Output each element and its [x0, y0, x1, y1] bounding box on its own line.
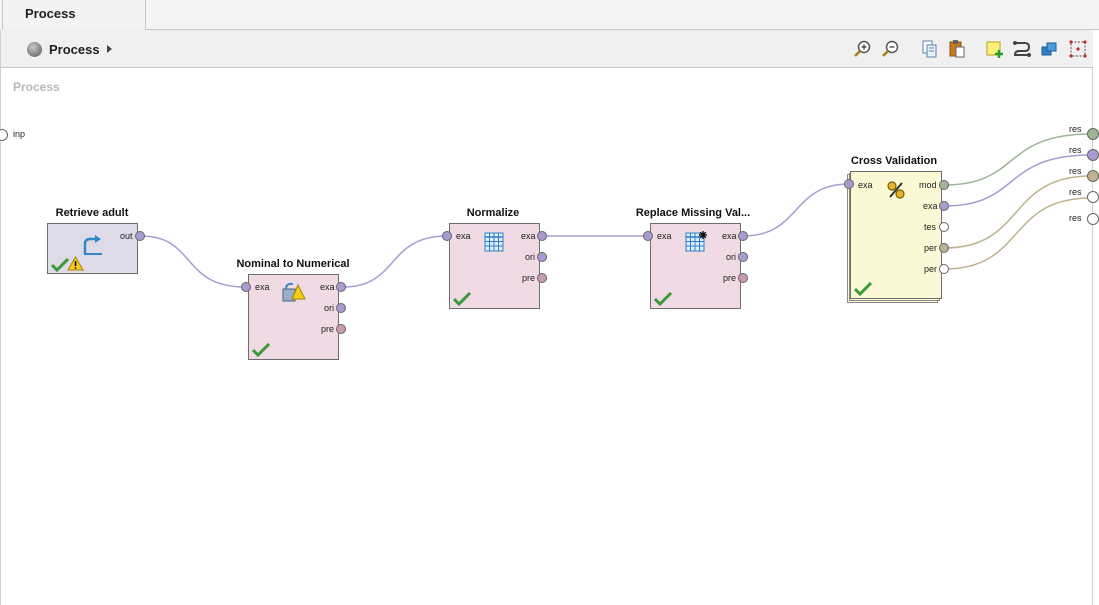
- copy-icon: [922, 40, 937, 58]
- port-label-per: per: [924, 264, 938, 274]
- output-port-per[interactable]: [939, 264, 949, 274]
- operator-retrieve-adult[interactable]: out: [47, 223, 138, 274]
- operator-nominal-to-numerical[interactable]: exa exa ori pre: [248, 274, 339, 360]
- result-port[interactable]: [1087, 213, 1099, 225]
- port-label-ori: ori: [324, 303, 335, 313]
- table-star-icon: [685, 231, 707, 252]
- input-port-exa[interactable]: [442, 231, 452, 241]
- auto-wire-button[interactable]: [1011, 38, 1033, 60]
- result-port[interactable]: [1087, 149, 1099, 161]
- wire-replace-to-cv: [742, 183, 850, 237]
- auto-wire-icon: [1013, 41, 1031, 57]
- result-port-label: res: [1069, 187, 1082, 197]
- zoom-out-button[interactable]: [880, 38, 902, 60]
- port-label-pre: pre: [522, 273, 536, 283]
- paste-icon: [949, 40, 965, 58]
- wire-cv-exa-to-res: [943, 154, 1092, 207]
- port-label-tes: tes: [924, 222, 937, 232]
- retrieve-icon: [83, 235, 102, 255]
- connection-wires: [140, 133, 1092, 288]
- tab-bar: Process: [0, 0, 1099, 30]
- success-check-icon: [453, 292, 471, 306]
- result-port-label: res: [1069, 145, 1082, 155]
- output-port-pre[interactable]: [738, 273, 748, 283]
- operator-title-replace: Replace Missing Val...: [635, 207, 751, 219]
- port-label-ori: ori: [726, 252, 737, 262]
- port-label-exa: exa: [858, 180, 873, 190]
- warning-icon: [67, 256, 84, 271]
- port-label-exa: exa: [320, 282, 335, 292]
- input-port-exa[interactable]: [643, 231, 653, 241]
- operator-title-cv: Cross Validation: [850, 155, 938, 167]
- copy-button[interactable]: [919, 38, 941, 60]
- tab-process[interactable]: Process: [2, 0, 146, 30]
- output-port-tes[interactable]: [939, 222, 949, 232]
- operator-title-normalize: Normalize: [466, 207, 520, 219]
- port-label-pre: pre: [723, 273, 737, 283]
- wire-retrieve-to-nominal: [140, 235, 246, 288]
- port-label-exa: exa: [923, 201, 938, 211]
- output-port-out[interactable]: [135, 231, 145, 241]
- success-check-icon: [854, 282, 872, 296]
- output-port-pre[interactable]: [537, 273, 547, 283]
- result-port[interactable]: [1087, 128, 1099, 140]
- chevron-right-icon[interactable]: [106, 45, 112, 53]
- result-port[interactable]: [1087, 170, 1099, 182]
- port-label-exa: exa: [456, 231, 471, 241]
- port-label-pre: pre: [321, 324, 335, 334]
- operator-normalize[interactable]: exa exa ori pre: [449, 223, 540, 309]
- zoom-in-icon: [854, 40, 871, 57]
- fit-view-icon: [1069, 40, 1087, 58]
- output-port-ori[interactable]: [738, 252, 748, 262]
- zoom-out-icon: [882, 40, 899, 57]
- add-note-icon: [986, 41, 1003, 58]
- process-toolbar: Process: [0, 30, 1093, 68]
- input-port-exa[interactable]: [241, 282, 251, 292]
- output-port-exa[interactable]: [336, 282, 346, 292]
- port-label-exa: exa: [255, 282, 270, 292]
- type-conversion-icon: [282, 282, 306, 302]
- wire-cv-per-to-res-2: [943, 197, 1092, 270]
- add-note-button[interactable]: [984, 38, 1006, 60]
- port-label-ori: ori: [525, 252, 536, 262]
- output-port-exa[interactable]: [939, 201, 949, 211]
- breadcrumb-label: Process: [49, 41, 100, 57]
- port-label-exa: exa: [521, 231, 536, 241]
- success-check-icon: [252, 343, 270, 357]
- output-port-exa[interactable]: [537, 231, 547, 241]
- port-label-out: out: [120, 231, 133, 241]
- success-check-icon: [654, 292, 672, 306]
- input-port-exa[interactable]: [844, 179, 854, 189]
- result-port-label: res: [1069, 213, 1082, 223]
- output-port-per[interactable]: [939, 243, 949, 253]
- percent-icon: [887, 181, 905, 199]
- port-label-exa: exa: [722, 231, 737, 241]
- operator-cross-validation[interactable]: exa mod exa tes per per: [850, 171, 942, 299]
- operator-title-nominal: Nominal to Numerical: [236, 258, 350, 270]
- operator-replace-missing-values[interactable]: exa exa ori pre: [650, 223, 741, 309]
- arrange-button[interactable]: [1039, 38, 1061, 60]
- paste-button[interactable]: [946, 38, 968, 60]
- output-port-ori[interactable]: [336, 303, 346, 313]
- output-port-pre[interactable]: [336, 324, 346, 334]
- port-label-exa: exa: [657, 231, 672, 241]
- arrange-icon: [1041, 42, 1057, 56]
- result-port[interactable]: [1087, 191, 1099, 203]
- table-icon: [484, 232, 504, 252]
- fit-view-button[interactable]: [1067, 38, 1089, 60]
- process-canvas[interactable]: Process inp res res res res res Retrieve…: [0, 68, 1099, 605]
- process-icon: [27, 41, 42, 57]
- output-port-mod[interactable]: [939, 180, 949, 190]
- operator-title-retrieve: Retrieve adult: [55, 207, 129, 219]
- process-input-port-label: inp: [13, 129, 26, 139]
- wire-nominal-to-normalize: [342, 235, 448, 288]
- port-label-per: per: [924, 243, 938, 253]
- output-port-exa[interactable]: [738, 231, 748, 241]
- result-port-label: res: [1069, 166, 1082, 176]
- output-port-ori[interactable]: [537, 252, 547, 262]
- port-label-mod: mod: [919, 180, 937, 190]
- breadcrumb[interactable]: Process: [27, 40, 112, 58]
- zoom-in-button[interactable]: [852, 38, 874, 60]
- result-port-label: res: [1069, 124, 1082, 134]
